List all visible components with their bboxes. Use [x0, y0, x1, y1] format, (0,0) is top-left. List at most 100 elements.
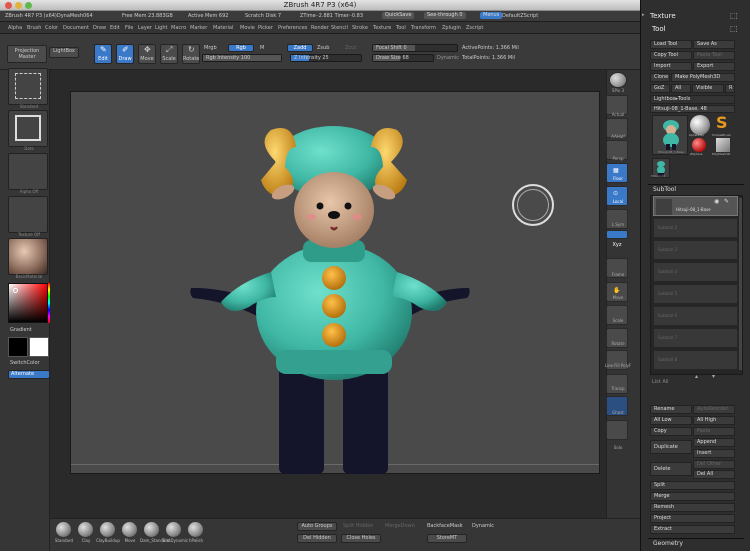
dynamic-subdiv-button[interactable]: Dynamic — [472, 523, 494, 530]
xyz-button[interactable]: Xyz — [606, 230, 628, 248]
paste-button[interactable]: Paste — [693, 427, 735, 436]
delete-button[interactable]: Delete — [650, 462, 692, 476]
z-intensity-slider[interactable]: Z Intensity 25 — [290, 54, 362, 62]
brush-standard-icon[interactable] — [56, 522, 71, 537]
menu-movie[interactable]: Movie — [240, 25, 255, 32]
menu-alpha[interactable]: Alpha — [8, 25, 22, 32]
alternate-button[interactable]: Alternate — [8, 370, 50, 379]
del-all-button[interactable]: Del All — [693, 470, 735, 479]
m-button[interactable]: M — [260, 45, 264, 52]
subtool-slot[interactable]: Subtool 4 — [653, 262, 738, 282]
menu-stencil[interactable]: Stencil — [331, 25, 348, 32]
zadd-button[interactable]: Zadd — [287, 44, 313, 52]
document-canvas[interactable] — [70, 91, 600, 474]
move-button[interactable]: ✥ Move — [138, 44, 156, 64]
transp-button[interactable] — [606, 374, 628, 394]
tool-palette-header[interactable]: Tool — [652, 25, 666, 33]
import-button[interactable]: Import — [650, 62, 692, 71]
zsphere-thumbnail[interactable] — [692, 138, 706, 152]
sphere3d-thumbnail[interactable] — [690, 115, 710, 135]
split-button[interactable]: Split — [650, 481, 735, 490]
panel-arrow-icon[interactable]: ▸ — [642, 12, 645, 19]
menu-transform[interactable]: Transform — [411, 25, 436, 32]
menu-macro[interactable]: Macro — [171, 25, 186, 32]
menu-marker[interactable]: Marker — [190, 25, 207, 32]
menu-color[interactable]: Color — [45, 25, 58, 32]
menu-preferences[interactable]: Preferences — [278, 25, 307, 32]
bpr-render-button[interactable] — [609, 72, 627, 88]
rgb-button[interactable]: Rgb — [228, 44, 254, 52]
color-picker-handle[interactable] — [13, 288, 18, 293]
auto-groups-button[interactable]: Auto Groups — [297, 522, 337, 531]
solo-button[interactable] — [606, 420, 628, 440]
merge-down-button[interactable]: MergeDown — [385, 523, 415, 530]
del-hidden-button[interactable]: Del Hidden — [297, 534, 337, 543]
rotate-button[interactable]: ↻ Rotate — [182, 44, 200, 64]
subtool-slot[interactable]: Subtool 5 — [653, 284, 738, 304]
list-all-button[interactable]: List All — [652, 379, 669, 386]
clone-button[interactable]: Clone — [650, 73, 670, 82]
see-through-slider[interactable]: See-through 0 — [424, 12, 466, 19]
subtool-slot[interactable]: Subtool 3 — [653, 240, 738, 260]
append-button[interactable]: Append — [693, 438, 735, 447]
lightbox-button[interactable]: LightBox — [49, 47, 79, 58]
lightbox-tools-button[interactable]: Lightbox▸Tools — [650, 95, 735, 104]
brush-trimdynamic-icon[interactable] — [166, 522, 181, 537]
paste-tool-button[interactable]: Paste Tool — [693, 51, 735, 60]
menu-texture[interactable]: Texture — [373, 25, 391, 32]
menu-file[interactable]: File — [125, 25, 133, 32]
gradient-toggle[interactable]: Gradient — [10, 327, 32, 334]
subtool-scrollbar[interactable] — [739, 198, 742, 370]
zcut-button[interactable]: Zcut — [345, 45, 356, 52]
alpha-selector[interactable] — [8, 153, 48, 190]
copy-tool-button[interactable]: Copy Tool — [650, 51, 692, 60]
quicksave-button[interactable]: QuickSave — [382, 12, 415, 19]
dynamic-toggle[interactable]: Dynamic — [437, 55, 459, 62]
menu-stroke[interactable]: Stroke — [352, 25, 368, 32]
brush-damstandard-icon[interactable] — [144, 522, 159, 537]
menu-light[interactable]: Light — [155, 25, 167, 32]
subtool-header[interactable]: SubTool — [653, 186, 676, 194]
load-tool-button[interactable]: Load Tool — [650, 40, 692, 49]
save-as-button[interactable]: Save As — [693, 40, 735, 49]
menu-layer[interactable]: Layer — [138, 25, 152, 32]
focal-shift-slider[interactable]: Focal Shift 0 — [372, 44, 458, 52]
close-holes-button[interactable]: Close Holes — [341, 534, 381, 543]
brush-selector[interactable] — [8, 68, 48, 105]
export-button[interactable]: Export — [693, 62, 735, 71]
duplicate-button[interactable]: Duplicate — [650, 440, 692, 454]
merge-button[interactable]: Merge — [650, 492, 735, 501]
make-polymesh-button[interactable]: Make PolyMesh3D — [671, 73, 735, 82]
texture-selector[interactable] — [8, 196, 48, 233]
mrgb-button[interactable]: Mrgb — [204, 45, 217, 52]
spix-label[interactable]: SPix 3 — [604, 88, 632, 93]
menu-render[interactable]: Render — [311, 25, 329, 32]
tool-palette-float-icon[interactable]: ⬚ — [730, 24, 738, 33]
switchcolor-button[interactable]: SwitchColor — [10, 360, 40, 367]
menu-picker[interactable]: Picker — [258, 25, 273, 32]
subtool-slot[interactable]: Subtool 6 — [653, 306, 738, 326]
extract-button[interactable]: Extract — [650, 525, 735, 534]
default-zscript-button[interactable]: DefaultZScript — [502, 13, 538, 20]
texture-palette-header[interactable]: Texture — [650, 12, 676, 20]
stroke-selector[interactable] — [8, 110, 48, 147]
subtool-eye-icon[interactable]: ◉ — [714, 198, 719, 205]
rename-button[interactable]: Rename — [650, 405, 692, 414]
insert-button[interactable]: Insert — [693, 449, 735, 458]
draw-size-slider[interactable]: Draw Size 68 — [372, 54, 434, 62]
current-tool-name[interactable]: Hitsuji-08_1-Base. 48 — [650, 105, 735, 113]
goz-button[interactable]: GoZ — [650, 84, 670, 93]
palette-float-icon[interactable]: ⬚ — [730, 11, 738, 20]
material-selector[interactable] — [8, 238, 48, 275]
projection-master-button[interactable]: Projection Master — [7, 45, 47, 63]
subtool-brush-icon[interactable]: ✎ — [724, 198, 729, 205]
menu-zplugin[interactable]: Zplugin — [442, 25, 461, 32]
goz-visible-button[interactable]: Visible — [692, 84, 724, 93]
copy-button[interactable]: Copy — [650, 427, 692, 436]
rgb-intensity-slider[interactable]: Rgb Intensity 100 — [202, 54, 282, 62]
menu-brush[interactable]: Brush — [27, 25, 41, 32]
edit-button[interactable]: ✎ Edit — [94, 44, 112, 64]
draw-button[interactable]: ✐ Draw — [116, 44, 134, 64]
menu-edit[interactable]: Edit — [110, 25, 120, 32]
del-other-button[interactable]: Del Other — [693, 460, 735, 469]
